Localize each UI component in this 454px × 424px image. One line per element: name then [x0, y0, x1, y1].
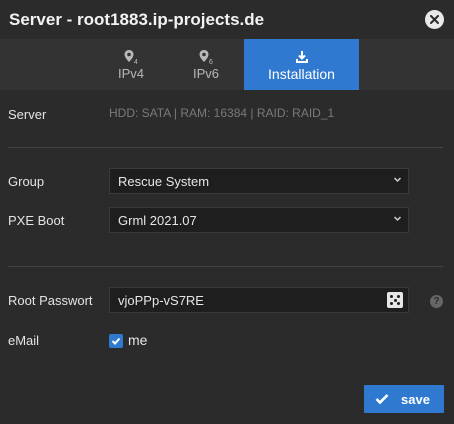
location-pin-4-icon: 4 — [124, 50, 138, 65]
group-select-value: Rescue System — [118, 174, 210, 189]
group-select[interactable]: Rescue System — [109, 168, 409, 194]
group-label: Group — [8, 174, 45, 189]
dice-icon[interactable] — [387, 292, 403, 308]
pxe-boot-label: PXE Boot — [8, 213, 65, 228]
svg-text:6: 6 — [209, 59, 213, 65]
server-dialog: Server - root1883.ip-projects.de 4 IPv4 — [0, 0, 454, 424]
save-label: save — [401, 392, 430, 407]
tab-installation-label: Installation — [268, 66, 335, 82]
tab-ipv6[interactable]: 6 IPv6 — [176, 39, 236, 90]
chevron-down-icon — [393, 216, 402, 222]
divider — [8, 266, 443, 267]
server-info: HDD: SATA | RAM: 16384 | RAID: RAID_1 — [109, 106, 335, 120]
dialog-content: Server HDD: SATA | RAM: 16384 | RAID: RA… — [0, 90, 454, 424]
server-label: Server — [8, 107, 47, 122]
pxe-boot-select[interactable]: Grml 2021.07 — [109, 207, 409, 233]
dialog-titlebar: Server - root1883.ip-projects.de — [0, 0, 454, 39]
email-me-label: me — [128, 332, 148, 348]
dialog-title: Server - root1883.ip-projects.de — [9, 10, 265, 29]
checkmark-icon — [111, 337, 121, 345]
email-label: eMail — [8, 333, 40, 348]
tab-ipv6-label: IPv6 — [192, 66, 219, 81]
close-button[interactable] — [425, 10, 444, 29]
tab-installation[interactable]: Installation — [244, 39, 359, 90]
checkmark-icon — [375, 394, 389, 405]
tab-bar: 4 IPv4 6 IPv6 Installation — [0, 39, 454, 90]
divider — [8, 147, 443, 148]
tab-ipv4[interactable]: 4 IPv4 — [100, 39, 162, 90]
chevron-down-icon — [393, 177, 402, 183]
download-icon — [295, 51, 308, 63]
root-password-value: vjoPPp-vS7RE — [118, 293, 204, 308]
root-password-label: Root Passwort — [8, 293, 93, 308]
pxe-boot-select-value: Grml 2021.07 — [118, 213, 197, 228]
svg-text:4: 4 — [134, 59, 138, 65]
location-pin-6-icon: 6 — [199, 50, 213, 65]
email-me-checkbox[interactable] — [109, 334, 123, 348]
help-icon[interactable]: ? — [430, 295, 443, 308]
save-button[interactable]: save — [364, 385, 444, 413]
tab-ipv4-label: IPv4 — [117, 66, 144, 81]
root-password-input[interactable]: vjoPPp-vS7RE — [109, 287, 409, 313]
close-icon — [430, 15, 439, 24]
